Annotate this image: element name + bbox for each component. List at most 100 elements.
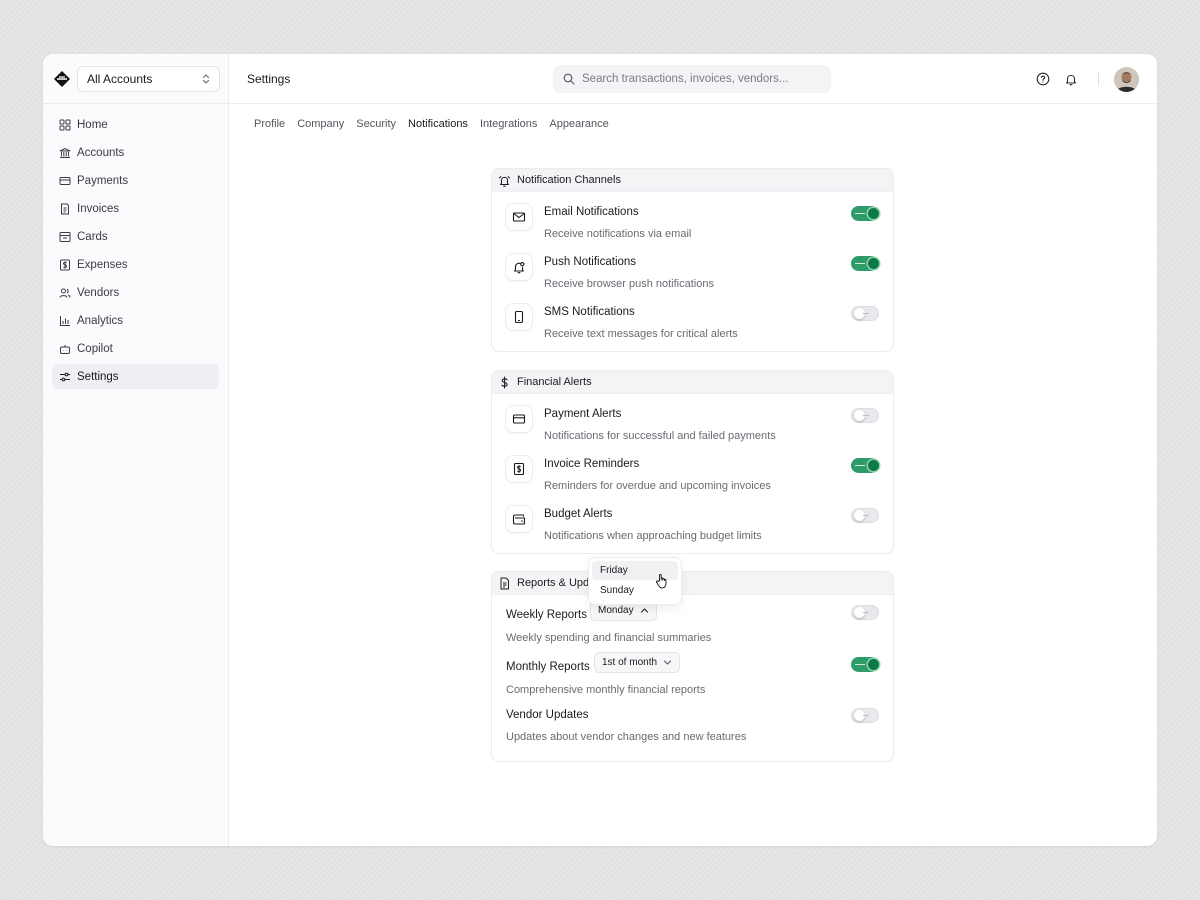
sidebar-item-label: Home (77, 118, 108, 131)
sidebar-header: All Accounts (43, 54, 228, 104)
monthly-reports-toggle[interactable] (851, 657, 879, 672)
file-text-icon (500, 577, 509, 589)
setting-title: Invoice Reminders (544, 458, 640, 470)
tab-profile[interactable]: Profile (254, 118, 285, 130)
search-input[interactable] (582, 73, 821, 85)
sidebar-item-label: Payments (77, 174, 129, 187)
vendor-updates-toggle[interactable] (851, 708, 879, 723)
setting-description: Comprehensive monthly financial reports (506, 684, 706, 696)
header-actions (1026, 54, 1139, 104)
setting-description: Updates about vendor changes and new fea… (506, 731, 747, 743)
invoice-icon (61, 203, 69, 214)
sidebar-item-label: Copilot (77, 342, 113, 355)
setting-description: Notifications when approaching budget li… (544, 530, 762, 542)
sidebar-item-copilot[interactable]: Copilot (52, 336, 219, 361)
card-header: Reports & Updat (492, 572, 893, 594)
sidebar-item-invoices[interactable]: Invoices (52, 196, 219, 221)
hand-pointer-icon (656, 573, 667, 589)
chevron-down-icon (663, 660, 672, 665)
help-circle-icon (1036, 72, 1050, 86)
select-value: 1st of month (602, 657, 658, 668)
bank-icon (59, 147, 71, 158)
bot-icon (60, 344, 70, 354)
grid-icon (59, 119, 71, 130)
bar-chart-icon (60, 315, 70, 326)
dollar-receipt-icon (506, 456, 532, 482)
card-body: Email Notifications Receive notification… (492, 191, 893, 351)
sidebar-item-payments[interactable]: Payments (52, 168, 219, 193)
card-title: Reports & Updat (517, 577, 599, 589)
chevron-up-down-icon (202, 73, 210, 84)
notifications-button[interactable] (1060, 68, 1082, 90)
logo-icon (53, 70, 71, 88)
sidebar-item-home[interactable]: Home (52, 112, 219, 137)
setting-description: Receive browser push notifications (544, 278, 714, 290)
sidebar-item-label: Cards (77, 230, 108, 243)
setting-title: Monthly Reports (506, 661, 590, 673)
sidebar-item-accounts[interactable]: Accounts (52, 140, 219, 165)
account-switcher-label: All Accounts (87, 71, 153, 86)
reports-updates-card: Reports & Updat Weekly Reports Monday We… (491, 571, 894, 762)
help-button[interactable] (1032, 68, 1054, 90)
card-body: Weekly Reports Monday Weekly spending an… (492, 594, 893, 761)
sidebar-item-analytics[interactable]: Analytics (52, 308, 219, 333)
dollar-icon (501, 375, 508, 389)
list-item: Push Notifications Receive browser push … (492, 244, 893, 294)
bell-dot-icon (506, 254, 532, 280)
setting-title: Email Notifications (544, 206, 639, 218)
tab-security[interactable]: Security (356, 118, 396, 130)
top-header: Settings (229, 54, 1157, 104)
select-value: Monday (598, 605, 634, 616)
sidebar-item-label: Invoices (77, 202, 120, 215)
account-switcher[interactable]: All Accounts (77, 65, 220, 92)
sms-notifications-toggle[interactable] (851, 306, 879, 321)
email-notifications-toggle[interactable] (851, 206, 879, 221)
setting-title: Push Notifications (544, 256, 637, 268)
sidebar: All Accounts Home Accounts Payments Invo… (43, 54, 229, 846)
list-item: Payment Alerts Notifications for success… (492, 396, 893, 446)
users-icon (59, 288, 71, 298)
payment-alerts-toggle[interactable] (851, 408, 879, 423)
tab-company[interactable]: Company (297, 118, 344, 130)
tab-appearance[interactable]: Appearance (549, 118, 608, 130)
financial-alerts-card: Financial Alerts Payment Alerts Notifica… (491, 370, 894, 554)
main-content: Settings Profile Company Secu (229, 54, 1157, 846)
setting-description: Notifications for successful and failed … (544, 430, 776, 442)
wallet-icon (506, 506, 532, 532)
push-notifications-toggle[interactable] (851, 256, 879, 271)
search-icon (563, 73, 575, 85)
card-header: Financial Alerts (492, 371, 893, 393)
header-divider (1098, 72, 1099, 86)
list-item: Vendor Updates Updates about vendor chan… (492, 699, 893, 751)
search-bar[interactable] (553, 65, 831, 93)
tab-integrations[interactable]: Integrations (480, 118, 537, 130)
bell-ring-icon (499, 175, 510, 187)
list-item: Weekly Reports Monday Weekly spending an… (492, 595, 893, 647)
mail-icon (506, 204, 532, 230)
setting-description: Receive text messages for critical alert… (544, 328, 738, 340)
sidebar-item-label: Vendors (77, 286, 120, 299)
weekly-reports-toggle[interactable] (851, 605, 879, 620)
invoice-reminders-toggle[interactable] (851, 458, 879, 473)
avatar[interactable] (1114, 66, 1139, 92)
setting-title: Weekly Reports (506, 609, 587, 621)
list-item: Email Notifications Receive notification… (492, 194, 893, 244)
setting-title: Vendor Updates (506, 709, 589, 721)
monthly-day-select[interactable]: 1st of month (594, 652, 681, 673)
budget-alerts-toggle[interactable] (851, 508, 879, 523)
sidebar-item-expenses[interactable]: Expenses (52, 252, 219, 277)
chevron-up-icon (640, 608, 648, 613)
bell-icon (1065, 74, 1077, 86)
sidebar-item-settings[interactable]: Settings (52, 364, 219, 389)
sidebar-item-label: Analytics (77, 314, 124, 327)
sidebar-nav: Home Accounts Payments Invoices Cards Ex… (43, 104, 228, 400)
tab-notifications[interactable]: Notifications (408, 118, 468, 130)
sidebar-item-vendors[interactable]: Vendors (52, 280, 219, 305)
smartphone-icon (506, 304, 532, 330)
settings-tabs: Profile Company Security Notifications I… (229, 118, 1157, 130)
card-box-icon (59, 231, 71, 242)
card-title: Financial Alerts (517, 376, 592, 388)
notification-channels-card: Notification Channels Email Notification… (491, 168, 894, 352)
sidebar-item-cards[interactable]: Cards (52, 224, 219, 249)
list-item: Invoice Reminders Reminders for overdue … (492, 446, 893, 496)
